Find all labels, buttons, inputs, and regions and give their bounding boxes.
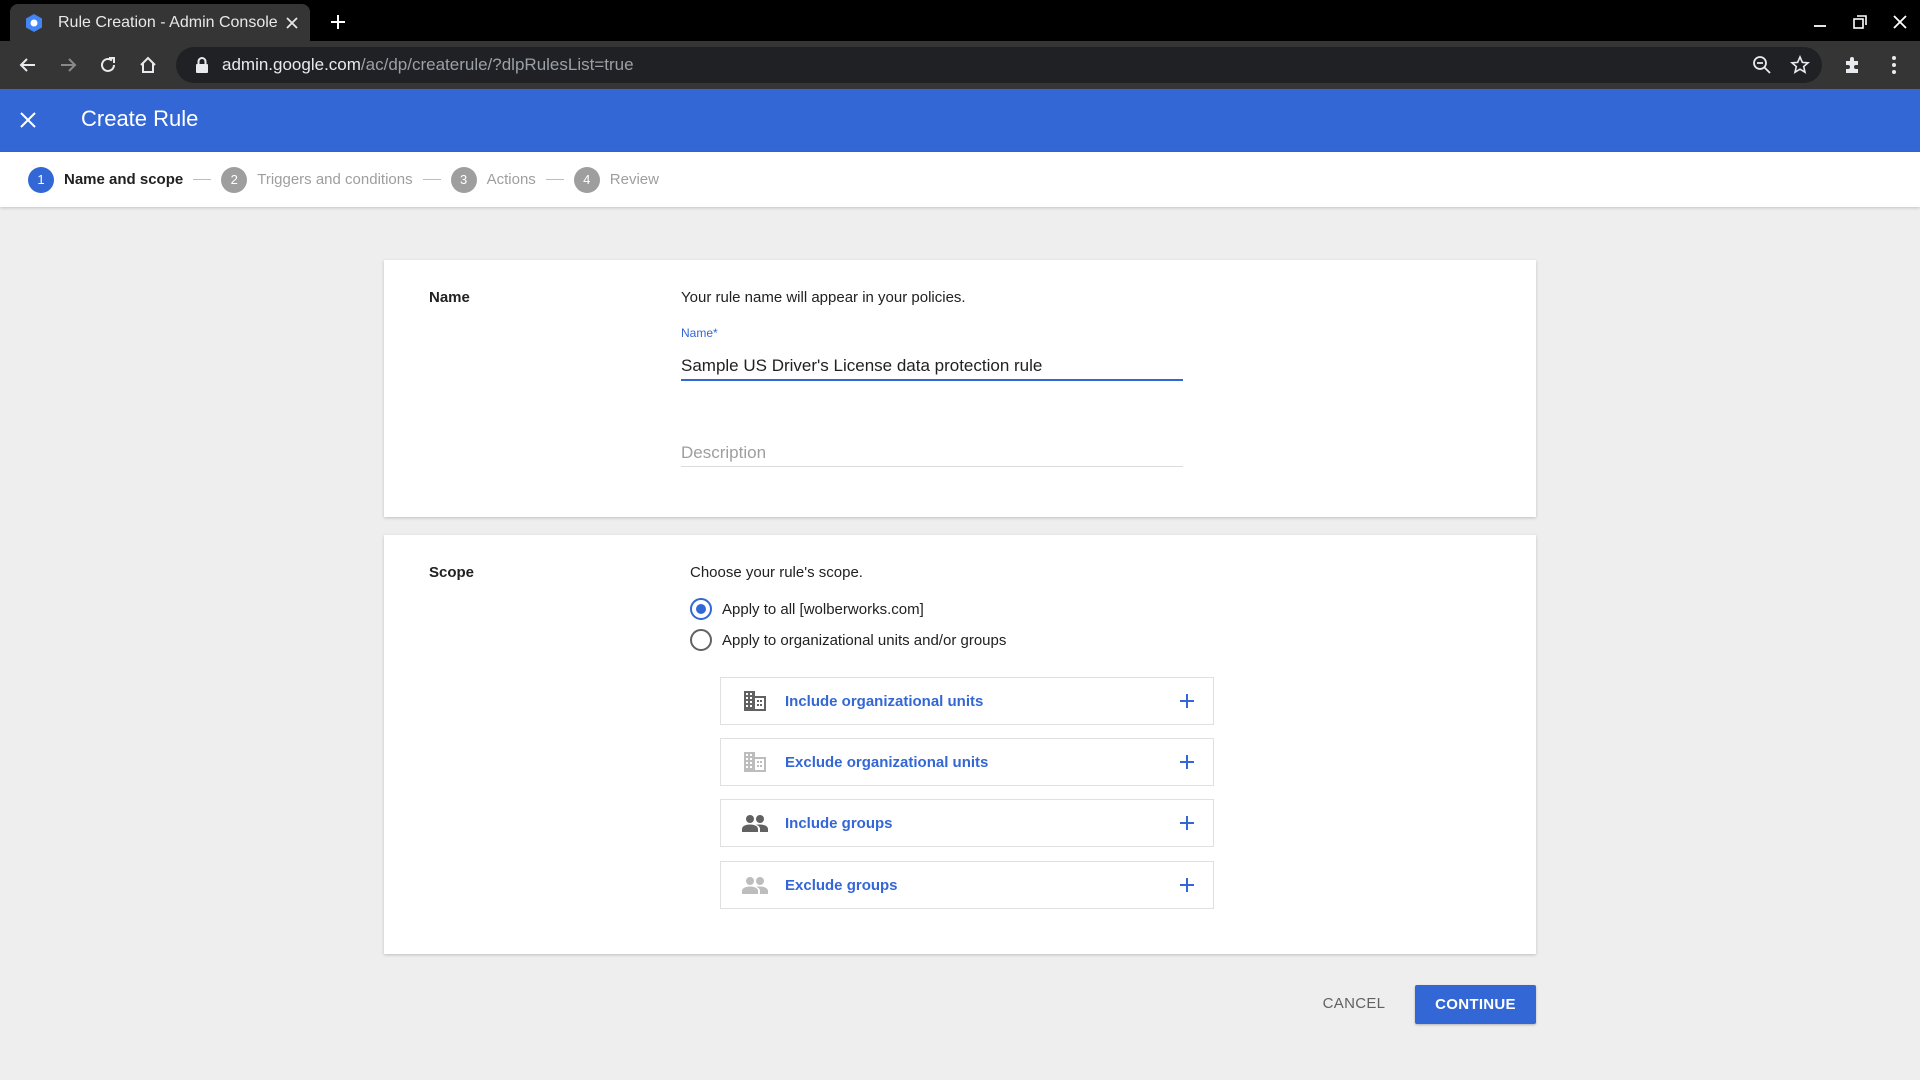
restore-icon[interactable]	[1842, 6, 1878, 38]
step-label: Actions	[486, 171, 536, 188]
scope-row-label: Include groups	[785, 814, 893, 832]
page-title: Create Rule	[81, 106, 199, 131]
step-label: Name and scope	[64, 171, 184, 188]
scope-row-label: Exclude groups	[785, 876, 898, 894]
step-number: 4	[573, 166, 600, 193]
step-triggers-and-conditions[interactable]: 2 Triggers and conditions	[221, 166, 413, 193]
include-org-units-row[interactable]: Include organizational units	[720, 677, 1214, 725]
scope-row-label: Exclude organizational units	[785, 753, 989, 771]
browser-tabstrip: Rule Creation - Admin Console	[0, 0, 1920, 41]
step-label: Review	[609, 171, 659, 188]
add-icon[interactable]	[1173, 809, 1201, 837]
step-review[interactable]: 4 Review	[573, 166, 659, 193]
stepper: 1 Name and scope 2 Triggers and conditio…	[0, 152, 1920, 207]
bookmark-star-icon[interactable]	[1784, 49, 1816, 81]
close-icon[interactable]	[12, 104, 44, 136]
building-icon	[741, 689, 769, 713]
scope-row-label: Include organizational units	[785, 692, 984, 710]
add-icon[interactable]	[1173, 871, 1201, 899]
radio-checked[interactable]	[690, 598, 712, 620]
radio-label: Apply to all [wolberworks.com]	[722, 600, 924, 618]
reload-icon[interactable]	[92, 49, 124, 81]
exclude-org-units-row[interactable]: Exclude organizational units	[720, 738, 1214, 786]
minimize-icon[interactable]	[1802, 6, 1838, 38]
address-bar[interactable]: admin.google.com/ac/dp/createrule/?dlpRu…	[176, 47, 1822, 83]
radio-unchecked[interactable]	[690, 629, 712, 651]
step-separator	[193, 179, 212, 180]
step-number: 1	[28, 166, 54, 193]
add-icon[interactable]	[1173, 687, 1201, 715]
home-icon[interactable]	[132, 49, 164, 81]
tab-close-icon[interactable]	[278, 7, 306, 39]
step-label: Triggers and conditions	[257, 171, 413, 188]
building-icon	[741, 750, 769, 774]
tab-title: Rule Creation - Admin Console	[58, 13, 278, 31]
step-number: 3	[450, 166, 477, 193]
step-separator	[545, 179, 564, 180]
name-field-label: Name*	[681, 326, 718, 340]
app-header: Create Rule	[0, 89, 1920, 152]
add-icon[interactable]	[1173, 748, 1201, 776]
step-separator	[422, 179, 441, 180]
scope-card: Scope Choose your rule's scope. Apply to…	[384, 535, 1536, 954]
description-input[interactable]	[681, 439, 1183, 467]
lock-icon[interactable]	[192, 55, 212, 75]
radio-label: Apply to organizational units and/or gro…	[722, 631, 1007, 649]
include-groups-row[interactable]: Include groups	[720, 799, 1214, 847]
browser-toolbar: admin.google.com/ac/dp/createrule/?dlpRu…	[0, 41, 1920, 89]
back-icon[interactable]	[12, 49, 44, 81]
name-help-text: Your rule name will appear in your polic…	[681, 289, 966, 306]
scope-help-text: Choose your rule's scope.	[690, 564, 863, 581]
url-text: admin.google.com/ac/dp/createrule/?dlpRu…	[222, 55, 634, 74]
forward-icon[interactable]	[52, 49, 84, 81]
scope-section-label: Scope	[429, 564, 475, 581]
name-input[interactable]	[681, 353, 1183, 381]
window-close-icon[interactable]	[1882, 6, 1918, 38]
group-icon	[741, 873, 769, 897]
exclude-groups-row[interactable]: Exclude groups	[720, 861, 1214, 909]
zoom-icon[interactable]	[1746, 49, 1778, 81]
scope-option-all[interactable]: Apply to all [wolberworks.com]	[690, 598, 924, 620]
scope-option-ou-groups[interactable]: Apply to organizational units and/or gro…	[690, 629, 1006, 651]
step-number: 2	[221, 166, 248, 193]
continue-button[interactable]: CONTINUE	[1415, 985, 1536, 1024]
name-section-label: Name	[429, 289, 470, 306]
step-name-and-scope[interactable]: 1 Name and scope	[28, 166, 184, 193]
admin-console-favicon-icon	[24, 13, 44, 33]
cancel-button[interactable]: CANCEL	[1306, 985, 1402, 1021]
group-icon	[741, 811, 769, 835]
more-menu-icon[interactable]	[1878, 49, 1910, 81]
extensions-icon[interactable]	[1836, 49, 1868, 81]
browser-tab[interactable]: Rule Creation - Admin Console	[10, 4, 310, 41]
name-card: Name Your rule name will appear in your …	[384, 260, 1536, 517]
new-tab-icon[interactable]	[322, 6, 354, 38]
step-actions[interactable]: 3 Actions	[450, 166, 536, 193]
